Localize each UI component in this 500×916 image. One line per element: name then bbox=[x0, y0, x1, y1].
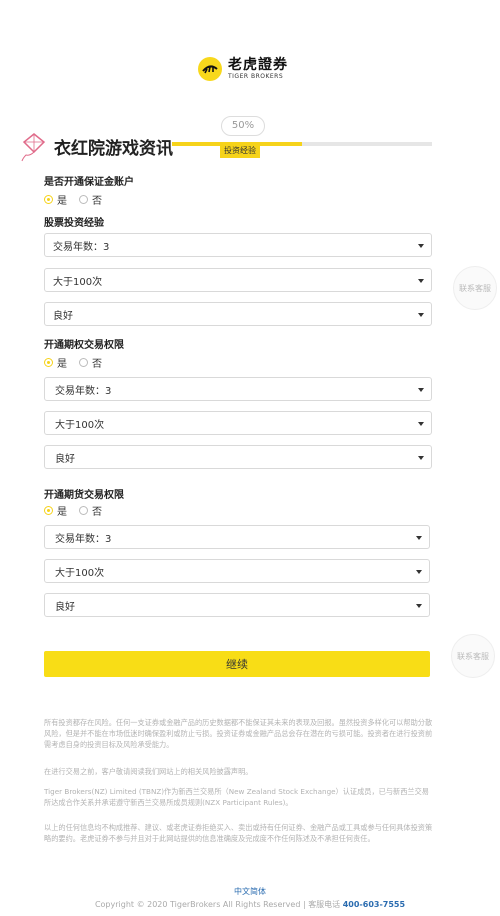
futures-count-value: 大于100次 bbox=[55, 567, 105, 579]
stock-years-select[interactable]: 交易年数：3 bbox=[44, 233, 432, 257]
stock-years-value: 交易年数：3 bbox=[53, 241, 110, 253]
logo-name: 老虎證券 bbox=[228, 57, 288, 73]
language-switch-link[interactable]: 中文简体 bbox=[0, 886, 500, 897]
futures-level-select[interactable]: 良好 bbox=[44, 593, 430, 617]
margin-account-label: 是否开通保证金账户 bbox=[44, 177, 134, 188]
contact-support-button-2[interactable]: 联系客服 bbox=[451, 634, 495, 678]
futures-no-label: 否 bbox=[92, 507, 102, 518]
page-title: 衣红院游戏资讯 bbox=[54, 139, 173, 159]
margin-no-radio[interactable] bbox=[79, 195, 88, 204]
futures-yes-label: 是 bbox=[57, 507, 67, 518]
options-level-value: 良好 bbox=[55, 453, 75, 465]
options-yes-label: 是 bbox=[57, 359, 67, 370]
margin-account-radio-group: 是 否 bbox=[44, 192, 114, 207]
risk-disclaimer: 所有投资都存在风险。任何一支证券或金融产品的历史数据都不能保证其未来的表现及回报… bbox=[44, 718, 433, 749]
stock-count-select[interactable]: 大于100次 bbox=[44, 268, 432, 292]
options-years-select[interactable]: 交易年数：3 bbox=[44, 377, 432, 401]
options-count-select[interactable]: 大于100次 bbox=[44, 411, 432, 435]
options-yes-radio[interactable] bbox=[44, 358, 53, 367]
options-level-select[interactable]: 良好 bbox=[44, 445, 432, 469]
tiger-logo-icon bbox=[198, 57, 222, 81]
futures-yes-radio[interactable] bbox=[44, 506, 53, 515]
stock-level-value: 良好 bbox=[53, 310, 73, 322]
chevron-down-icon bbox=[418, 456, 424, 460]
futures-years-value: 交易年数：3 bbox=[55, 533, 112, 545]
options-no-label: 否 bbox=[92, 359, 102, 370]
risk-notice: 在进行交易之前，客户敬请阅读我们网站上的相关风险披露声明。 bbox=[44, 767, 253, 776]
margin-no-label: 否 bbox=[92, 196, 102, 207]
step-label: 投资经验 bbox=[220, 144, 260, 158]
progress-bar bbox=[172, 142, 432, 146]
chevron-down-icon bbox=[418, 422, 424, 426]
futures-permission-label: 开通期货交易权限 bbox=[44, 490, 124, 501]
options-permission-label: 开通期权交易权限 bbox=[44, 340, 124, 351]
futures-radio-group: 是 否 bbox=[44, 503, 114, 518]
chevron-down-icon bbox=[418, 388, 424, 392]
copyright-text: Copyright © 2020 TigerBrokers All Rights… bbox=[94, 900, 341, 909]
futures-years-select[interactable]: 交易年数：3 bbox=[44, 525, 430, 549]
options-count-value: 大于100次 bbox=[55, 419, 105, 431]
margin-yes-label: 是 bbox=[57, 196, 67, 207]
futures-count-select[interactable]: 大于100次 bbox=[44, 559, 430, 583]
continue-button[interactable]: 继续 bbox=[44, 651, 430, 677]
chevron-down-icon bbox=[416, 536, 422, 540]
no-recommendation-text: 以上的任何信息均不构成推荐、建议、或老虎证券拒绝买入、卖出或持有任何证券、金融产… bbox=[44, 823, 433, 843]
logo-subtitle: TIGER BROKERS bbox=[228, 73, 284, 80]
stock-experience-label: 股票投资经验 bbox=[44, 218, 104, 229]
margin-yes-radio[interactable] bbox=[44, 195, 53, 204]
chevron-down-icon bbox=[418, 244, 424, 248]
kite-icon bbox=[21, 133, 46, 162]
chevron-down-icon bbox=[416, 604, 422, 608]
chevron-down-icon bbox=[418, 279, 424, 283]
tiger-brokers-logo: 老虎證券 TIGER BROKERS bbox=[198, 52, 308, 86]
stock-count-value: 大于100次 bbox=[53, 276, 103, 288]
options-radio-group: 是 否 bbox=[44, 355, 114, 370]
footer: Copyright © 2020 TigerBrokers All Rights… bbox=[0, 899, 500, 910]
contact-support-button[interactable]: 联系客服 bbox=[453, 266, 497, 310]
options-no-radio[interactable] bbox=[79, 358, 88, 367]
stock-level-select[interactable]: 良好 bbox=[44, 302, 432, 326]
options-years-value: 交易年数：3 bbox=[55, 385, 112, 397]
nzx-membership-text: Tiger Brokers(NZ) Limited (TBNZ)作为新西兰交易所… bbox=[44, 787, 429, 807]
futures-level-value: 良好 bbox=[55, 601, 75, 613]
futures-no-radio[interactable] bbox=[79, 506, 88, 515]
support-phone-link[interactable]: 400-603-7555 bbox=[343, 900, 405, 909]
chevron-down-icon bbox=[418, 313, 424, 317]
chevron-down-icon bbox=[416, 570, 422, 574]
